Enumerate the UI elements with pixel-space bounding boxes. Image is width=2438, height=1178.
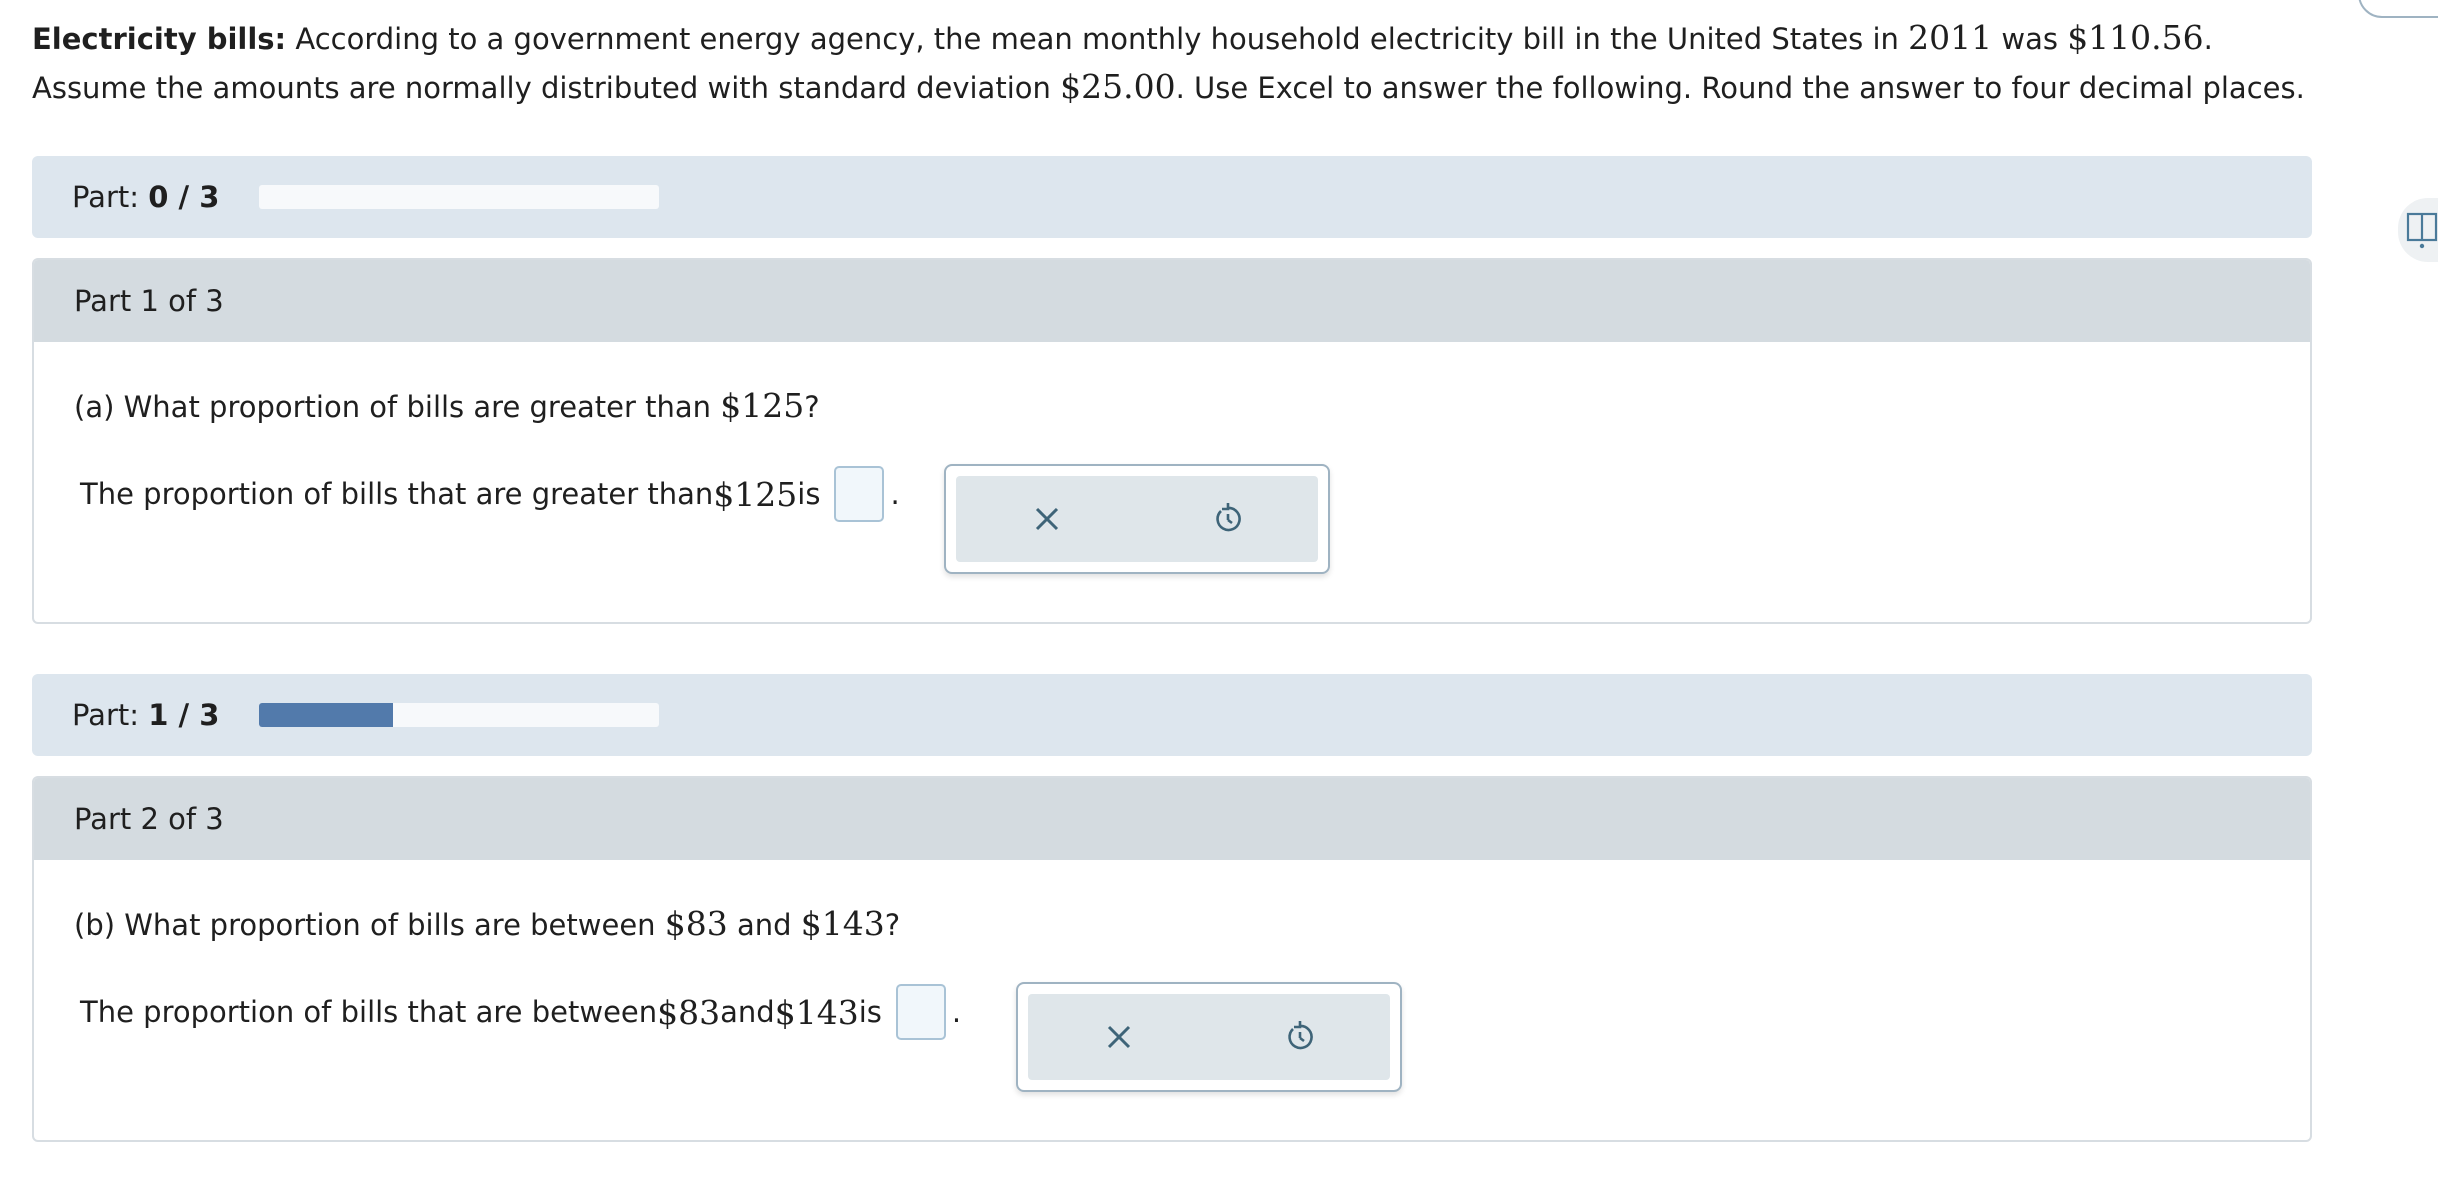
question-text: (b) What proportion of bills are between… — [74, 904, 901, 943]
answer-line: The proportion of bills that are between… — [80, 984, 961, 1040]
undo-icon — [1287, 1021, 1313, 1050]
progress-value: 1 / 3 — [148, 698, 220, 732]
answer-input[interactable] — [834, 466, 885, 522]
progress-fill — [259, 703, 393, 727]
progress-row: Part: 0 / 3 — [32, 156, 2312, 238]
reset-button[interactable] — [1203, 494, 1253, 544]
sd-value: $25.00 — [1060, 67, 1176, 106]
progress-track — [259, 703, 660, 727]
close-icon — [1107, 1025, 1130, 1049]
undo-icon — [1215, 503, 1241, 532]
part-header: Part 1 of 3 — [34, 260, 2310, 342]
book-icon — [2406, 212, 2438, 249]
clear-button[interactable] — [1022, 494, 1072, 544]
year-value: 2011 — [1908, 18, 1993, 57]
reset-button[interactable] — [1275, 1012, 1325, 1062]
clear-button[interactable] — [1094, 1012, 1144, 1062]
problem-title: Electricity bills: — [32, 22, 287, 56]
problem-statement: Electricity bills: According to a govern… — [32, 18, 2305, 106]
part-card: Part 1 of 3 (a) What proportion of bills… — [32, 258, 2312, 624]
language-toggle[interactable] — [2358, 0, 2438, 18]
answer-line: The proportion of bills that are greater… — [80, 466, 900, 522]
answer-tools — [944, 464, 1330, 574]
close-icon — [1035, 507, 1058, 531]
ebook-tab[interactable] — [2398, 198, 2438, 262]
progress-value: 0 / 3 — [148, 180, 220, 214]
progress-row: Part: 1 / 3 — [32, 674, 2312, 756]
question-text: (a) What proportion of bills are greater… — [74, 386, 820, 425]
progress-track — [259, 185, 660, 209]
answer-input[interactable] — [895, 984, 946, 1040]
mean-value: $110.56 — [2067, 18, 2204, 57]
part-header: Part 2 of 3 — [34, 778, 2310, 860]
answer-tools — [1016, 982, 1402, 1092]
part-card: Part 2 of 3 (b) What proportion of bills… — [32, 776, 2312, 1142]
